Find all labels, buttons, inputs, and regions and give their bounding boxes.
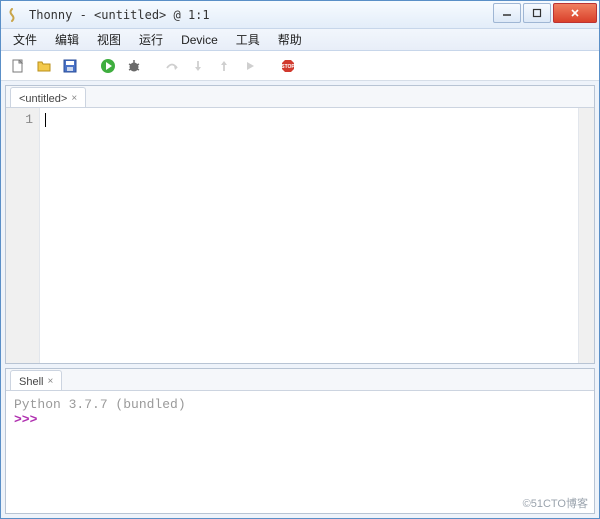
window-title: Thonny - <untitled> @ 1:1 xyxy=(29,8,493,22)
editor-tab-label: <untitled> xyxy=(19,93,67,105)
window-controls xyxy=(493,3,597,23)
shell-tab[interactable]: Shell × xyxy=(10,370,62,390)
content-area: <untitled> × 1 Shell × xyxy=(1,81,599,518)
svg-text:STOP: STOP xyxy=(281,64,295,70)
editor-tabstrip: <untitled> × xyxy=(6,86,594,108)
menu-device[interactable]: Device xyxy=(173,31,226,49)
line-number: 1 xyxy=(6,112,33,127)
step-out-button[interactable] xyxy=(213,55,235,77)
code-textarea[interactable] xyxy=(40,108,578,363)
shell-tabstrip: Shell × xyxy=(6,369,594,391)
editor-vertical-scrollbar[interactable] xyxy=(578,108,594,363)
resume-button[interactable] xyxy=(239,55,261,77)
close-shell-tab-icon[interactable]: × xyxy=(47,376,53,387)
shell-prompt: >>> xyxy=(14,412,37,427)
save-button[interactable] xyxy=(59,55,81,77)
close-tab-icon[interactable]: × xyxy=(71,93,77,104)
menu-edit[interactable]: 编辑 xyxy=(47,29,87,50)
shell-textarea[interactable]: Python 3.7.7 (bundled) >>> xyxy=(6,391,594,513)
step-over-button[interactable] xyxy=(161,55,183,77)
line-number-gutter: 1 xyxy=(6,108,40,363)
new-file-button[interactable] xyxy=(7,55,29,77)
debug-button[interactable] xyxy=(123,55,145,77)
run-button[interactable] xyxy=(97,55,119,77)
menubar: 文件 编辑 视图 运行 Device 工具 帮助 xyxy=(1,29,599,51)
app-window: Thonny - <untitled> @ 1:1 文件 编辑 视图 运行 De… xyxy=(0,0,600,519)
maximize-button[interactable] xyxy=(523,3,551,23)
menu-run[interactable]: 运行 xyxy=(131,29,171,50)
shell-tab-label: Shell xyxy=(19,376,43,388)
shell-banner: Python 3.7.7 (bundled) xyxy=(14,397,586,412)
editor-tab-untitled[interactable]: <untitled> × xyxy=(10,87,86,107)
titlebar: Thonny - <untitled> @ 1:1 xyxy=(1,1,599,29)
toolbar: STOP xyxy=(1,51,599,81)
menu-help[interactable]: 帮助 xyxy=(270,29,310,50)
close-button[interactable] xyxy=(553,3,597,23)
menu-view[interactable]: 视图 xyxy=(89,29,129,50)
editor-pane: <untitled> × 1 xyxy=(5,85,595,364)
stop-button[interactable]: STOP xyxy=(277,55,299,77)
menu-tools[interactable]: 工具 xyxy=(228,29,268,50)
text-caret xyxy=(45,113,46,127)
shell-pane: Shell × Python 3.7.7 (bundled) >>> ©51CT… xyxy=(5,368,595,514)
minimize-button[interactable] xyxy=(493,3,521,23)
app-icon xyxy=(7,7,23,23)
editor-body: 1 xyxy=(6,108,594,363)
menu-file[interactable]: 文件 xyxy=(5,29,45,50)
open-file-button[interactable] xyxy=(33,55,55,77)
step-into-button[interactable] xyxy=(187,55,209,77)
